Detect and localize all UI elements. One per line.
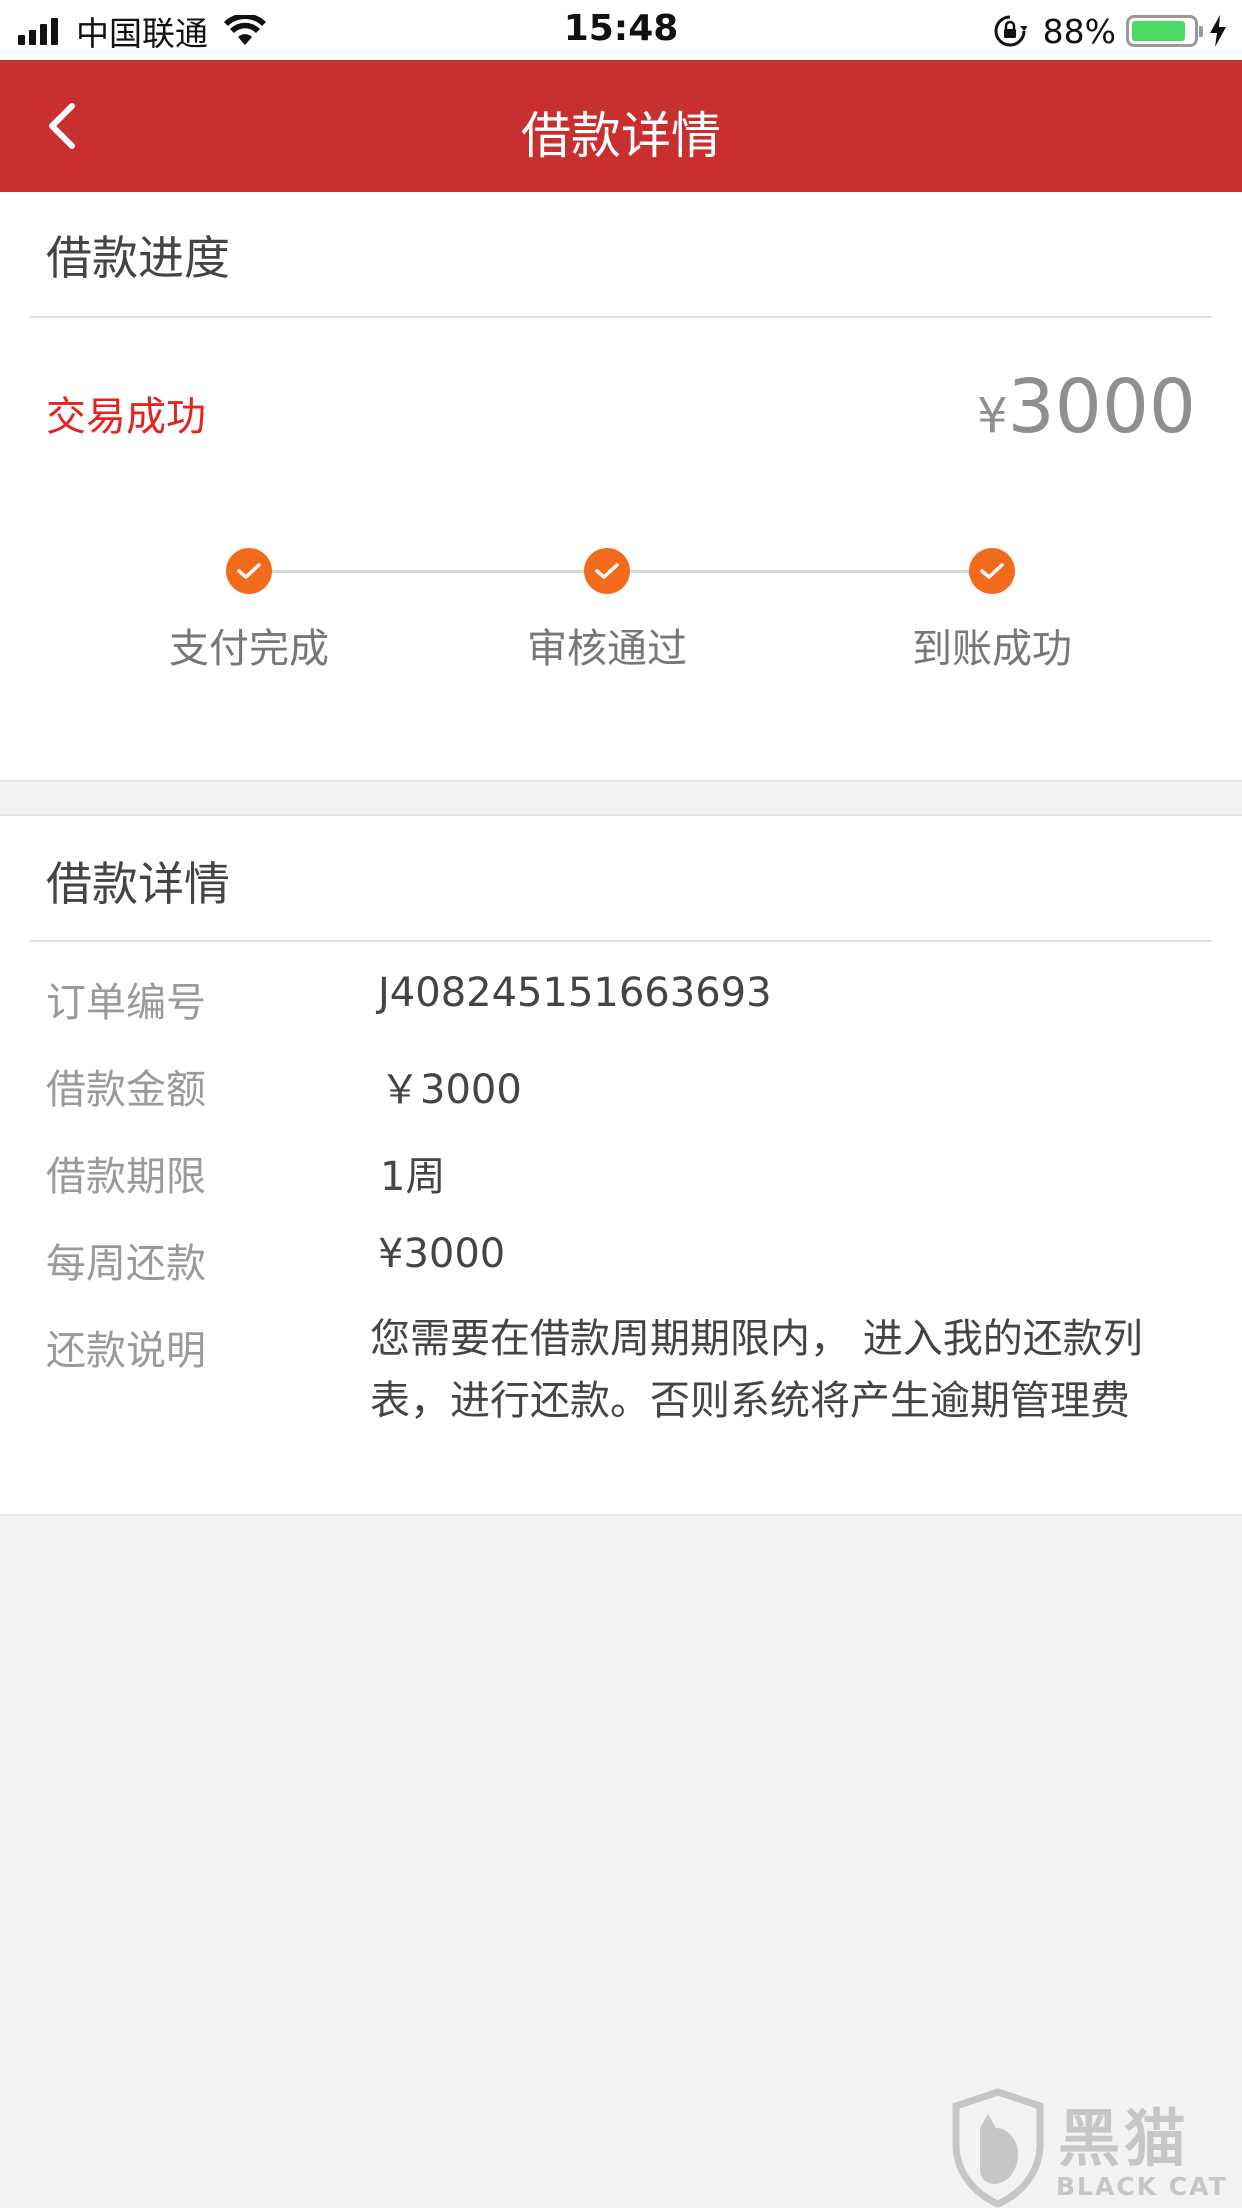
progress-section-title: 借款进度 [46,231,230,285]
details-section-title: 借款详情 [46,857,230,911]
check-icon [584,548,630,594]
step-funds-received: 到账成功 [842,548,1142,674]
wifi-icon [224,15,266,45]
currency-symbol: ¥ [977,388,1008,444]
step-label: 到账成功 [912,626,1072,672]
page-title: 借款详情 [521,107,721,165]
watermark-en: BLACK CAT [1056,2172,1228,2201]
step-label: 支付完成 [169,626,329,672]
loan-progress-card: 借款进度 交易成功 ¥3000 支付完成 审核通过 到账成功 [0,192,1242,782]
step-label: 审核通过 [527,626,687,672]
detail-key: 借款金额 [46,1067,206,1113]
check-icon [969,548,1015,594]
signal-icon [18,17,62,45]
charging-bolt-icon [1210,15,1226,47]
battery-fill [1132,21,1185,41]
watermark-cn: 黑猫 [1058,2102,1191,2175]
progress-steps: 支付完成 审核通过 到账成功 [0,548,1242,674]
chevron-left-icon [49,103,75,149]
transaction-status: 交易成功 [46,394,206,440]
detail-key: 订单编号 [46,980,206,1026]
battery-icon [1126,15,1203,47]
nav-bar: 借款详情 [0,60,1242,192]
cat-shield-logo-icon [952,2088,1044,2208]
detail-key: 还款说明 [46,1328,206,1374]
status-bar: 中国联通 15:48 88% [0,0,1242,60]
detail-key: 借款期限 [46,1154,206,1200]
status-left: 中国联通 [18,10,266,53]
battery-percent: 88% [1042,11,1116,51]
detail-value: ¥3000 [378,1231,506,1277]
detail-value: 您需要在借款周期期限内， 进入我的还款列表，进行还款。否则系统将产生逾期管理费 [370,1316,1143,1424]
detail-value: ￥3000 [380,1067,522,1113]
back-button[interactable] [30,94,94,158]
divider [30,940,1212,942]
detail-value: 1周 [380,1154,446,1200]
rotation-lock-icon [994,15,1027,47]
carrier-name: 中国联通 [76,14,208,53]
detail-value: J408245151663693 [378,970,772,1016]
black-cat-watermark: 黑猫 BLACK CAT [948,2088,1238,2208]
step-review-passed: 审核通过 [457,548,757,674]
amount-value: 3000 [1007,364,1196,450]
step-payment-complete: 支付完成 [99,548,399,674]
loan-amount: ¥3000 [977,364,1196,450]
check-icon [226,548,272,594]
status-right: 88% [993,10,1228,52]
loan-details-card: 借款详情 订单编号 J408245151663693 借款金额 ￥3000 借款… [0,814,1242,1516]
divider [30,316,1212,318]
detail-key: 每周还款 [46,1241,206,1287]
